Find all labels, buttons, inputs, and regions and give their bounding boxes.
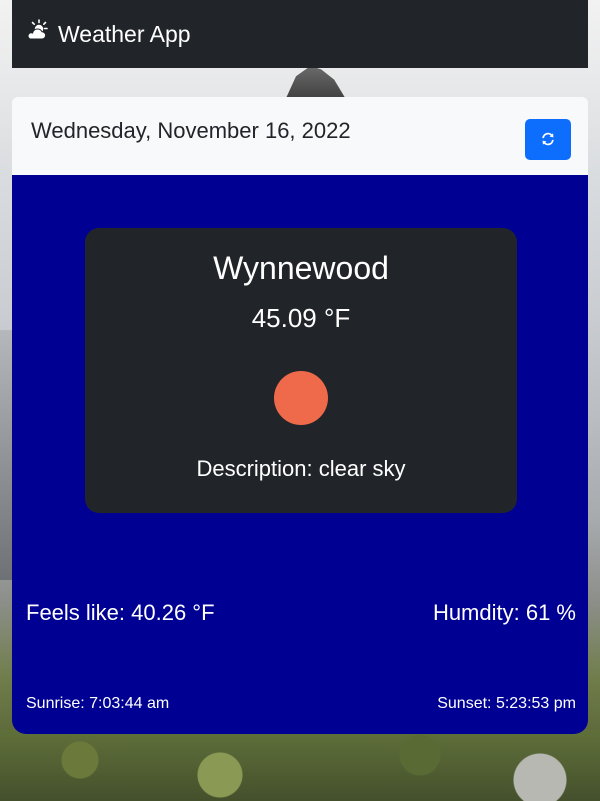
humidity: Humdity: 61 % xyxy=(432,600,576,625)
temperature: 45.09 °F xyxy=(251,303,351,333)
app-title[interactable]: Weather App xyxy=(58,21,191,48)
feels-like: Feels like: 40.26 °F xyxy=(26,600,215,625)
navbar: Weather App xyxy=(12,0,588,68)
refresh-button[interactable] xyxy=(525,118,571,160)
sunset-time: Sunset: 5:23:53 pm xyxy=(437,695,576,712)
current-date: Wednesday, November 16, 2022 xyxy=(31,118,351,143)
sun-icon xyxy=(274,371,328,425)
weather-description: Description: clear sky xyxy=(196,456,406,481)
sunrise-time: Sunrise: 7:03:44 am xyxy=(26,695,170,712)
refresh-icon xyxy=(542,132,554,146)
current-weather-panel: Wynnewood 45.09 °F Description: clear sk… xyxy=(85,228,517,513)
date-header: Wednesday, November 16, 2022 xyxy=(12,97,588,175)
weather-card: Wynnewood 45.09 °F Description: clear sk… xyxy=(12,175,588,734)
city-name: Wynnewood xyxy=(213,250,389,286)
sun-cloud-icon xyxy=(26,19,48,41)
background-meadow xyxy=(0,730,600,801)
